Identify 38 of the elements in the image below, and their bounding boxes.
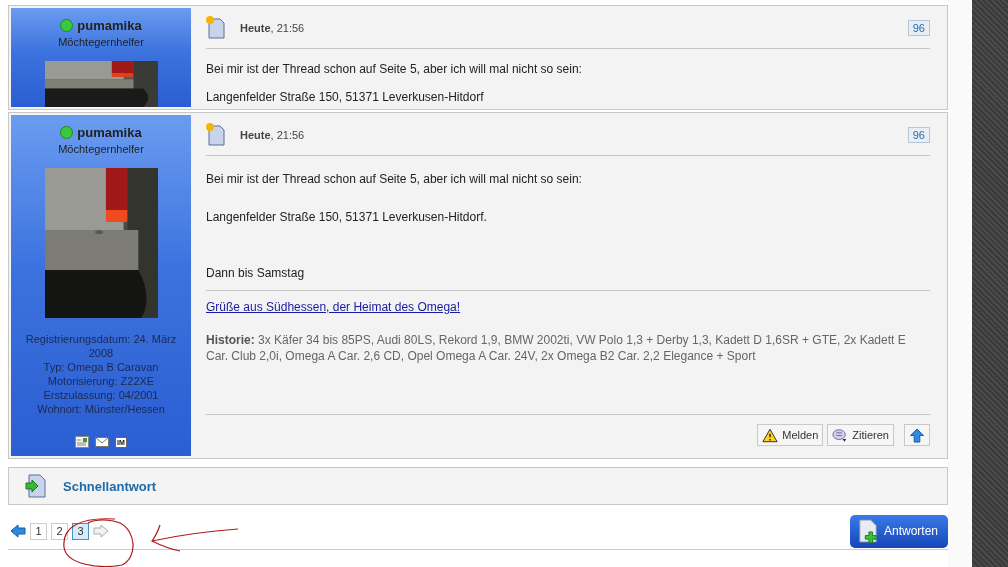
profile-card-icon[interactable]	[75, 436, 90, 448]
profile-info: Typ: Omega B Caravan	[43, 360, 159, 374]
profile-info: Motorisierung: Z22XE	[47, 374, 155, 388]
page-link[interactable]: 3	[72, 522, 89, 540]
signature-history: Historie: 3x Käfer 34 bis 85PS, Audi 80LS, Rekord 1,9, BMW 2002ti, VW Polo 1,3 + Derby 1,3, Kadett D 1,6SR + GTE, 2x Kadett E Car. Club 2,0i, Omega A Car. 2,6 CD, Opel Omega A Car. 24V, 2x Omega B2 Car. 2,2 Elegance + Sport	[206, 332, 907, 364]
post-number[interactable]: 96	[907, 127, 930, 143]
post-text: Dann bis Samstag	[206, 266, 306, 280]
page-link[interactable]: 2	[51, 522, 68, 540]
quick-reply-label: Schnellantwort	[63, 478, 157, 494]
report-button[interactable]: Melden	[757, 424, 824, 446]
quick-reply-bar[interactable]: Schnellantwort	[8, 467, 948, 505]
username[interactable]: pumamika	[77, 18, 142, 33]
envelope-icon[interactable]	[95, 436, 110, 448]
warning-icon	[762, 427, 779, 443]
user-rank: Möchtegernhelfer	[58, 143, 144, 155]
profile-info: Registrierungsdatum: 24. März 2008	[24, 332, 178, 360]
previous-page-icon[interactable]	[10, 524, 26, 538]
post-text: Langenfelder Straße 150, 51371 Leverkusen-Hitdorf	[206, 90, 485, 104]
post-icon	[206, 123, 226, 147]
signature-link[interactable]: Grüße aus Südhessen, der Heimat des Omega!	[206, 300, 461, 314]
post-text: Bei mir ist der Thread schon auf Seite 5, aber ich will mal nicht so sein:	[206, 62, 583, 76]
post-text: Bei mir ist der Thread schon auf Seite 5, aber ich will mal nicht so sein:	[206, 172, 583, 186]
speech-bubble-icon	[832, 427, 849, 443]
post-date: Heute, 21:56	[240, 22, 305, 34]
quote-button[interactable]: Zitieren	[827, 424, 894, 446]
profile-info: Erstzulassung: 04/2001	[43, 388, 159, 402]
scroll-top-button[interactable]	[904, 424, 930, 446]
document-plus-icon	[857, 519, 878, 543]
username[interactable]: pumamika	[77, 125, 142, 140]
post-icon	[206, 16, 226, 40]
user-rank: Möchtegernhelfer	[58, 36, 144, 48]
page-link[interactable]: 1	[30, 522, 47, 540]
profile-info: Wohnort: Münster/Hessen	[37, 402, 165, 416]
reply-button[interactable]: Antworten	[849, 514, 948, 548]
post-number[interactable]: 96	[907, 20, 930, 36]
post-text: Langenfelder Straße 150, 51371 Leverkusen-Hitdorf.	[206, 210, 488, 224]
document-arrow-icon	[25, 473, 47, 499]
post-date: Heute, 21:56	[240, 129, 305, 141]
